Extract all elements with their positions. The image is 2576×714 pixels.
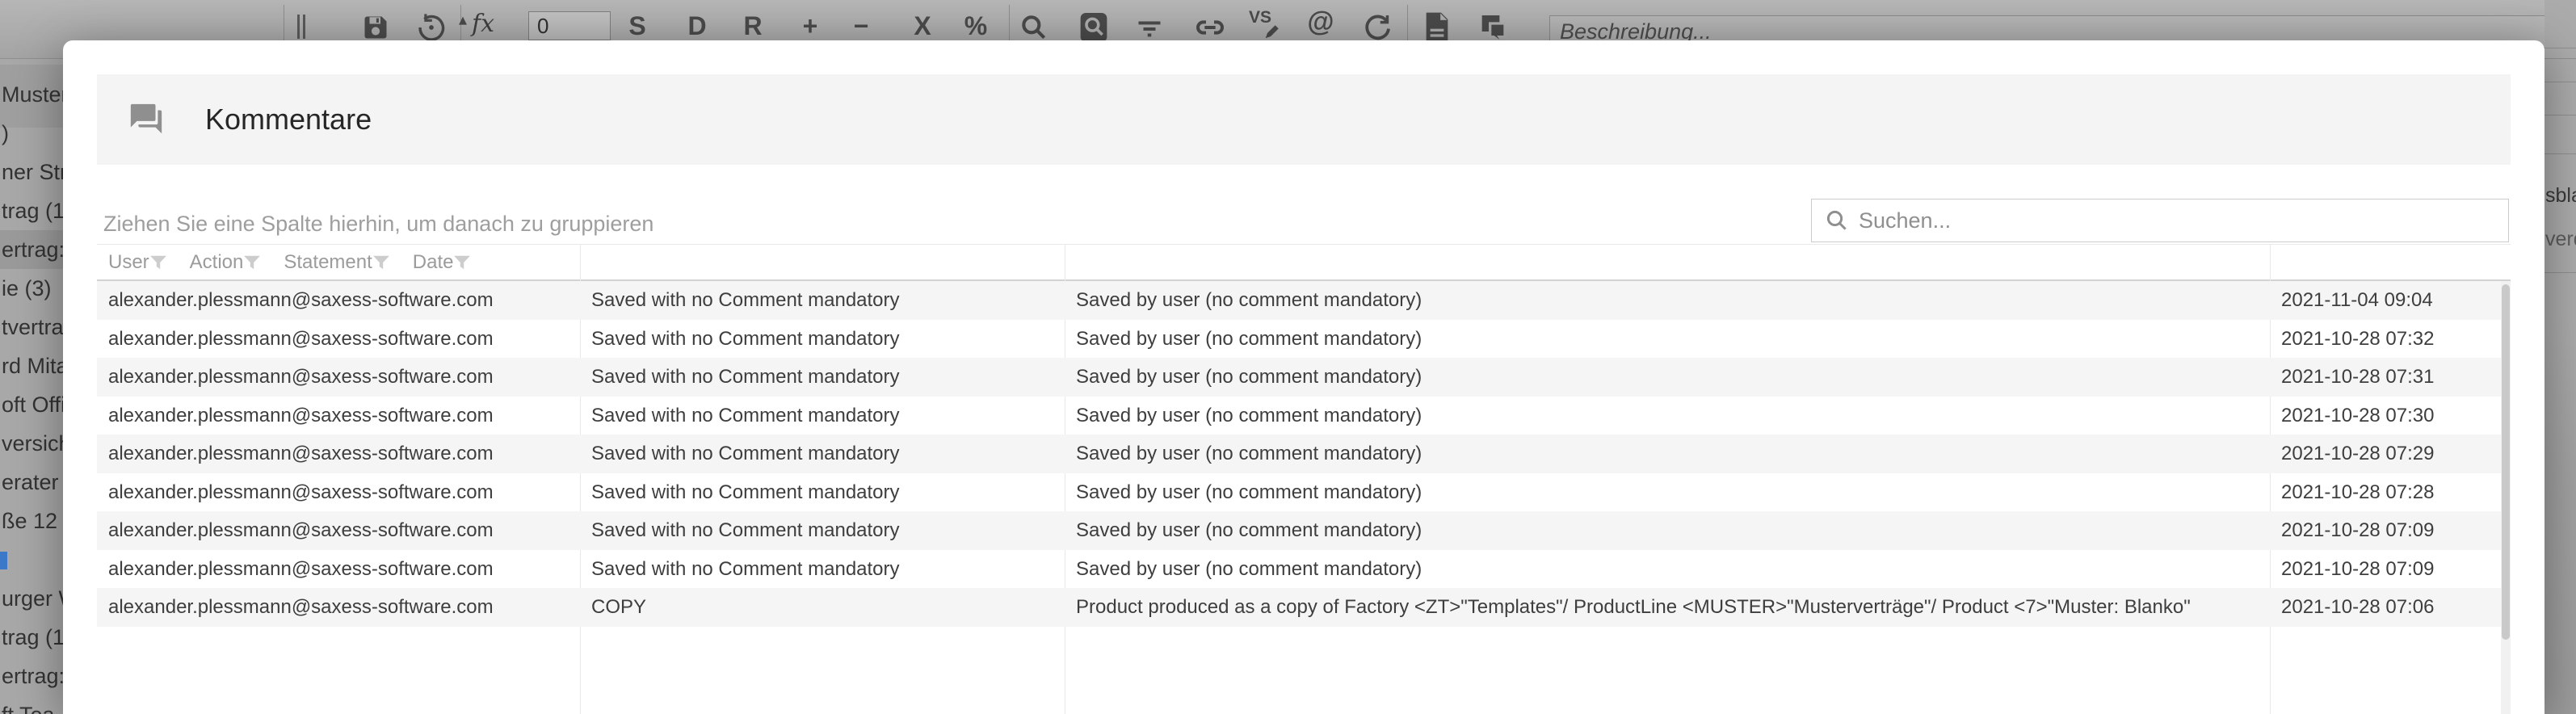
s-button[interactable]: S [628,8,645,44]
filter-funnel-icon[interactable] [243,254,261,271]
cell-user: alexander.plessmann@saxess-software.com [97,473,580,512]
cell-action: COPY [580,588,1065,627]
search-input[interactable] [1857,202,2508,239]
cell-statement: Saved by user (no comment mandatory) [1065,473,2270,512]
cell-action: Saved with no Comment mandatory [580,511,1065,550]
cell-date: 2021-10-28 07:28 [2270,473,2511,512]
r-button[interactable]: R [743,8,762,44]
x-button[interactable]: X [914,8,931,44]
table-row[interactable]: alexander.plessmann@saxess-software.com … [97,281,2511,320]
column-header[interactable]: Statement [272,245,401,279]
comments-icon [128,101,165,138]
table-row[interactable]: alexander.plessmann@saxess-software.com … [97,435,2511,473]
cell-action: Saved with no Comment mandatory [580,550,1065,589]
filter-funnel-icon[interactable] [149,254,167,271]
cell-date: 2021-11-04 09:04 [2270,281,2511,320]
cell-date: 2021-10-28 07:32 [2270,320,2511,359]
dialog-title: Kommentare [205,103,372,136]
cell-action: Saved with no Comment mandatory [580,320,1065,359]
search-icon [1825,208,1849,233]
refresh-icon[interactable] [1360,11,1393,44]
document-icon[interactable] [1421,11,1453,44]
cell-user: alexander.plessmann@saxess-software.com [97,435,580,473]
percent-button[interactable]: % [964,8,987,44]
scrollbar-thumb[interactable] [2502,284,2510,640]
save-icon[interactable] [359,11,392,44]
filter-funnel-icon[interactable] [453,254,471,271]
cell-date: 2021-10-28 07:29 [2270,435,2511,473]
drag-handle-icon[interactable] [296,15,307,39]
screen: ▲fx S D R + − X % VS @ [0,0,2576,714]
plus-button[interactable]: + [803,8,818,44]
comment-page-icon[interactable] [1477,11,1509,44]
table-row[interactable]: alexander.plessmann@saxess-software.com … [97,550,2511,589]
group-by-hint: Ziehen Sie eine Spalte hierhin, um danac… [103,212,653,237]
d-button[interactable]: D [687,8,706,44]
cell-date: 2021-10-28 07:09 [2270,550,2511,589]
table-row[interactable]: alexander.plessmann@saxess-software.com … [97,511,2511,550]
value-input[interactable] [528,11,611,40]
column-header[interactable]: Action [179,245,273,279]
cell-date: 2021-10-28 07:09 [2270,511,2511,550]
table-row[interactable]: alexander.plessmann@saxess-software.com … [97,473,2511,512]
cell-user: alexander.plessmann@saxess-software.com [97,358,580,397]
cell-action: Saved with no Comment mandatory [580,358,1065,397]
undo-history-icon[interactable] [415,11,448,44]
cell-date: 2021-10-28 07:06 [2270,588,2511,627]
cell-user: alexander.plessmann@saxess-software.com [97,281,580,320]
cell-statement: Saved by user (no comment mandatory) [1065,281,2270,320]
table-header-row: User Action Statement Date [97,245,2511,281]
background-text-fragment: sblat [2545,184,2576,208]
cell-statement: Saved by user (no comment mandatory) [1065,358,2270,397]
cell-user: alexander.plessmann@saxess-software.com [97,320,580,359]
cell-action: Saved with no Comment mandatory [580,435,1065,473]
cell-user: alexander.plessmann@saxess-software.com [97,397,580,435]
cell-action: Saved with no Comment mandatory [580,281,1065,320]
cell-action: Saved with no Comment mandatory [580,473,1065,512]
search-icon[interactable] [1018,11,1050,44]
table-row[interactable]: alexander.plessmann@saxess-software.com … [97,397,2511,435]
minus-button[interactable]: − [854,8,869,44]
dialog-header: Kommentare [97,74,2511,165]
comments-dialog: Kommentare Ziehen Sie eine Spalte hierhi… [63,40,2544,714]
cell-statement: Product produced as a copy of Factory <Z… [1065,588,2270,627]
cell-date: 2021-10-28 07:31 [2270,358,2511,397]
search-filled-icon[interactable] [1078,11,1110,44]
table-row[interactable]: alexander.plessmann@saxess-software.com … [97,588,2511,627]
cell-action: Saved with no Comment mandatory [580,397,1065,435]
filter-icon[interactable] [1133,11,1166,44]
table-row[interactable]: alexander.plessmann@saxess-software.com … [97,358,2511,397]
search-box [1811,199,2509,242]
background-right-panel: sblat verd [2544,0,2576,714]
cell-statement: Saved by user (no comment mandatory) [1065,511,2270,550]
cell-statement: Saved by user (no comment mandatory) [1065,320,2270,359]
filter-funnel-icon[interactable] [372,254,390,271]
mention-icon[interactable]: @ [1307,6,1334,38]
column-header[interactable]: Date [401,245,483,279]
cell-statement: Saved by user (no comment mandatory) [1065,435,2270,473]
vertical-scrollbar[interactable] [2501,281,2511,714]
formula-button[interactable]: ▲fx [472,10,494,38]
cell-user: alexander.plessmann@saxess-software.com [97,511,580,550]
link-icon[interactable] [1194,11,1226,44]
caret-up-icon: ▲ [459,15,467,27]
cell-statement: Saved by user (no comment mandatory) [1065,397,2270,435]
background-text-fragment: verd [2545,228,2576,251]
cell-user: alexander.plessmann@saxess-software.com [97,550,580,589]
table-body: alexander.plessmann@saxess-software.com … [97,281,2511,627]
column-header[interactable]: User [97,245,179,279]
cell-statement: Saved by user (no comment mandatory) [1065,550,2270,589]
cell-date: 2021-10-28 07:30 [2270,397,2511,435]
table-row[interactable]: alexander.plessmann@saxess-software.com … [97,320,2511,359]
cell-user: alexander.plessmann@saxess-software.com [97,588,580,627]
